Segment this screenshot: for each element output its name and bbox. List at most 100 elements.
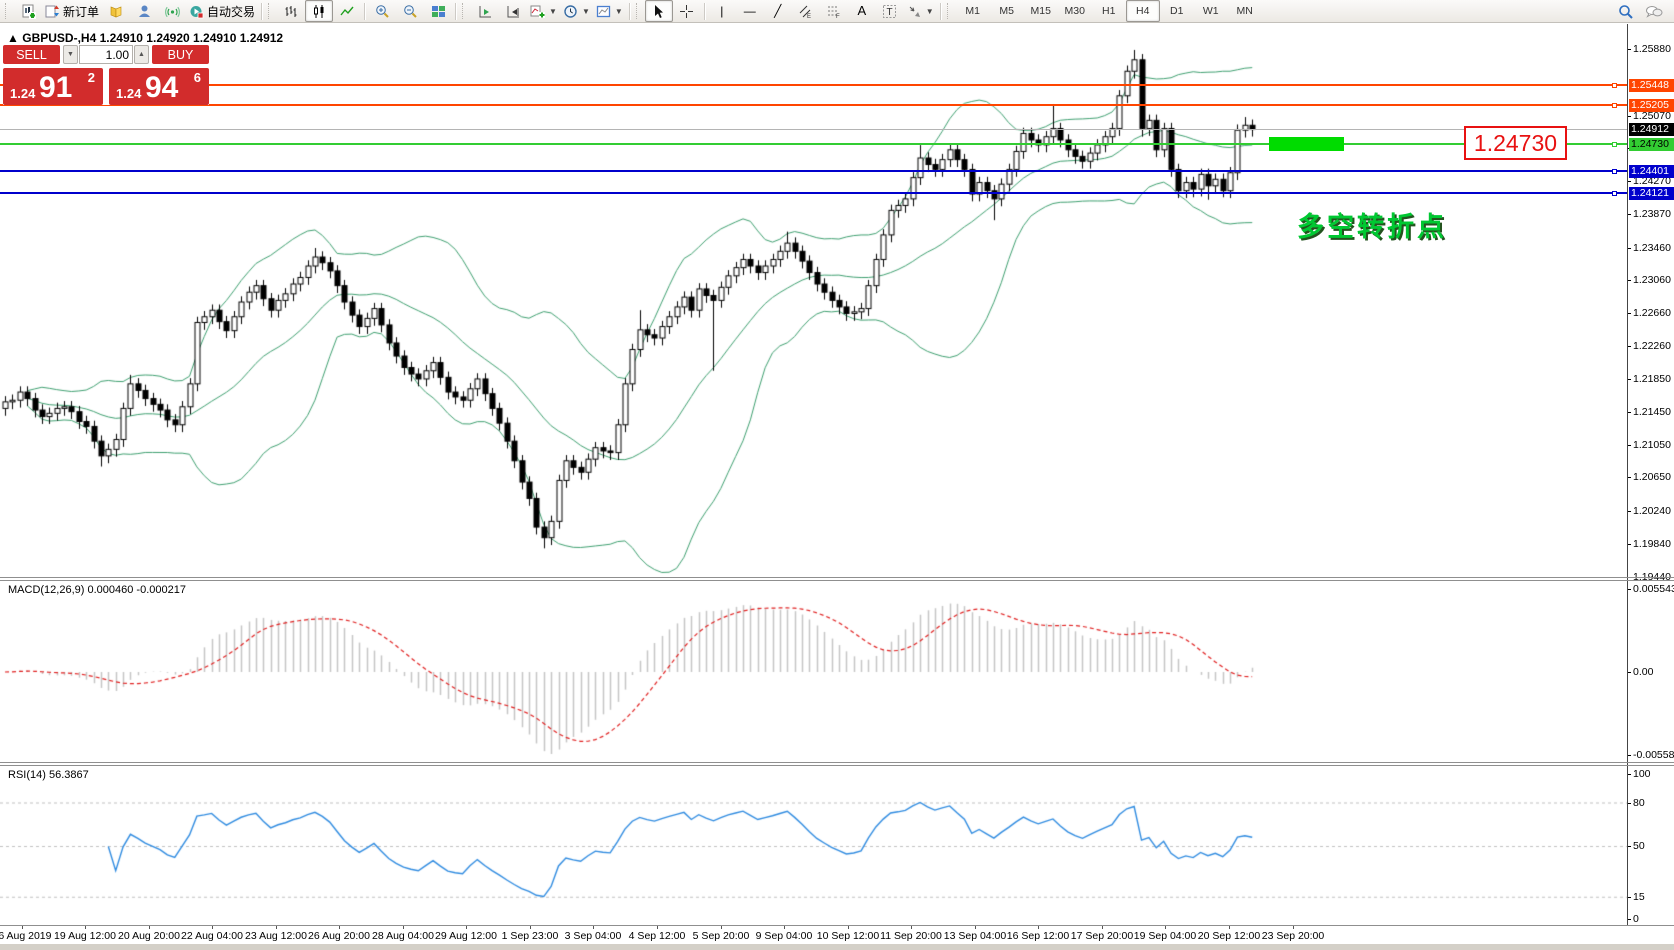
new-order-label: 新订单 [63, 3, 99, 20]
mql5-book-button[interactable] [102, 0, 130, 22]
price-tick-label: 1.23870 [1633, 208, 1671, 220]
channel-icon: E [798, 4, 813, 19]
svg-text:F: F [836, 14, 840, 19]
cursor-icon [651, 4, 666, 19]
resistance-line-2-handle[interactable] [1612, 103, 1617, 108]
fibonacci-tool-button[interactable]: F [820, 0, 848, 22]
rsi-tick-label: 0 [1633, 913, 1639, 925]
timeframe-m1-button[interactable]: M1 [956, 0, 990, 22]
signals-button[interactable] [158, 0, 186, 22]
resistance-line-1-price-label: 1.25448 [1629, 79, 1674, 92]
timeframe-m15-button[interactable]: M15 [1024, 0, 1058, 22]
time-tick-label: 13 Sep 04:00 [944, 930, 1006, 942]
chat-button[interactable] [1640, 1, 1668, 23]
search-button[interactable] [1612, 1, 1640, 23]
support-line-1-handle[interactable] [1612, 169, 1617, 174]
window-collapse-arrow[interactable]: ▲ [7, 31, 19, 45]
main-price-chart[interactable] [0, 30, 1627, 577]
buy-button[interactable]: BUY [152, 45, 209, 64]
line-chart-icon [340, 4, 355, 19]
community-button[interactable] [130, 0, 158, 22]
zoom-in-icon [375, 4, 390, 19]
svg-text:E: E [807, 14, 811, 19]
zoom-out-button[interactable] [396, 0, 424, 22]
price-tick-label: 1.25880 [1633, 43, 1671, 55]
timeframe-mn-button[interactable]: MN [1228, 0, 1262, 22]
channel-tool-button[interactable]: E [792, 0, 820, 22]
rsi-tick-label: 80 [1633, 797, 1645, 809]
new-chart-button[interactable] [14, 0, 42, 22]
label-tool-button[interactable]: T [876, 0, 904, 22]
macd-indicator-panel[interactable] [0, 580, 1627, 763]
pivot-line[interactable] [0, 143, 1627, 145]
time-tick-label: 28 Aug 04:00 [372, 930, 434, 942]
autotrade-button[interactable]: 自动交易 [186, 0, 258, 22]
new-order-icon [45, 4, 60, 19]
volume-input[interactable] [79, 45, 133, 64]
trendline-tool-button[interactable]: ╱ [764, 0, 792, 22]
time-tick-label: 1 Sep 23:00 [502, 930, 559, 942]
arrows-dropdown[interactable]: ▼ [904, 0, 937, 22]
time-tick-label: 26 Aug 20:00 [308, 930, 370, 942]
resistance-line-2[interactable] [0, 104, 1627, 106]
resistance-line-1[interactable] [0, 84, 1627, 86]
search-icon [1618, 4, 1634, 20]
sell-button[interactable]: SELL [3, 45, 60, 64]
crosshair-icon [679, 4, 694, 19]
time-axis-border [0, 925, 1674, 926]
chart-shift-button[interactable] [499, 0, 527, 22]
support-line-1[interactable] [0, 170, 1627, 172]
timeframe-h1-button[interactable]: H1 [1092, 0, 1126, 22]
periods-dropdown[interactable]: ▼ [560, 0, 593, 22]
volume-decrease-button[interactable]: ▼ [63, 45, 78, 64]
price-tick-label: 1.20240 [1633, 505, 1671, 517]
new-order-button[interactable]: 新订单 [42, 0, 102, 22]
timeframe-d1-button[interactable]: D1 [1160, 0, 1194, 22]
templates-dropdown[interactable]: ▼ [593, 0, 626, 22]
support-line-2-handle[interactable] [1612, 191, 1617, 196]
rsi-tick-label: 50 [1633, 840, 1645, 852]
fibonacci-icon: F [826, 4, 841, 19]
macd-tick-label: -0.005583 [1633, 749, 1674, 761]
current-price-label: 1.24912 [1629, 123, 1674, 136]
timeframe-m30-button[interactable]: M30 [1058, 0, 1092, 22]
turning-point-annotation[interactable]: 多空转折点 [1297, 205, 1447, 244]
price-tick-label: 1.22260 [1633, 340, 1671, 352]
time-tick-label: 11 Sep 20:00 [880, 930, 942, 942]
macd-tick-label: 0.005543 [1633, 583, 1674, 595]
new-chart-icon [21, 4, 36, 19]
price-annotation-box[interactable]: 1.24730 [1464, 126, 1567, 160]
sell-price-display[interactable]: 1.24 91 2 [3, 68, 103, 105]
zoom-in-button[interactable] [368, 0, 396, 22]
timeframe-h4-button[interactable]: H4 [1126, 0, 1160, 22]
timeframe-w1-button[interactable]: W1 [1194, 0, 1228, 22]
cursor-tool-button[interactable] [645, 0, 673, 22]
chat-icon [1645, 4, 1663, 20]
resistance-line-1-handle[interactable] [1612, 83, 1617, 88]
panel-splitter[interactable] [0, 762, 1674, 763]
time-tick-label: 22 Aug 04:00 [181, 930, 243, 942]
tile-windows-button[interactable] [424, 0, 452, 22]
timeframe-m5-button[interactable]: M5 [990, 0, 1024, 22]
crosshair-tool-button[interactable] [673, 0, 701, 22]
indicators-dropdown[interactable]: ▼ [527, 0, 560, 22]
pivot-line-handle[interactable] [1612, 142, 1617, 147]
line-chart-mode-button[interactable] [333, 0, 361, 22]
mql5-book-icon [109, 4, 124, 19]
panel-splitter[interactable] [0, 577, 1674, 578]
hline-tool-button[interactable]: — [736, 0, 764, 22]
text-tool-button[interactable]: A [848, 0, 876, 22]
buy-price-display[interactable]: 1.24 94 6 [109, 68, 209, 105]
time-tick-label: 23 Sep 20:00 [1262, 930, 1324, 942]
zoom-out-icon [403, 4, 418, 19]
bar-chart-mode-button[interactable] [277, 0, 305, 22]
pivot-highlight-rectangle[interactable] [1269, 137, 1344, 151]
volume-increase-button[interactable]: ▲ [134, 45, 149, 64]
vline-tool-button[interactable]: | [708, 0, 736, 22]
symbol-info: ▲ GBPUSD-,H4 1.24910 1.24920 1.24910 1.2… [7, 31, 283, 45]
autoscroll-button[interactable] [471, 0, 499, 22]
candle-chart-mode-button[interactable] [305, 0, 333, 22]
one-click-trading-panel: SELL ▼ ▲ BUY 1.24 91 2 1.24 94 6 [3, 45, 209, 105]
rsi-indicator-panel[interactable] [0, 766, 1627, 925]
support-line-2[interactable] [0, 192, 1627, 194]
